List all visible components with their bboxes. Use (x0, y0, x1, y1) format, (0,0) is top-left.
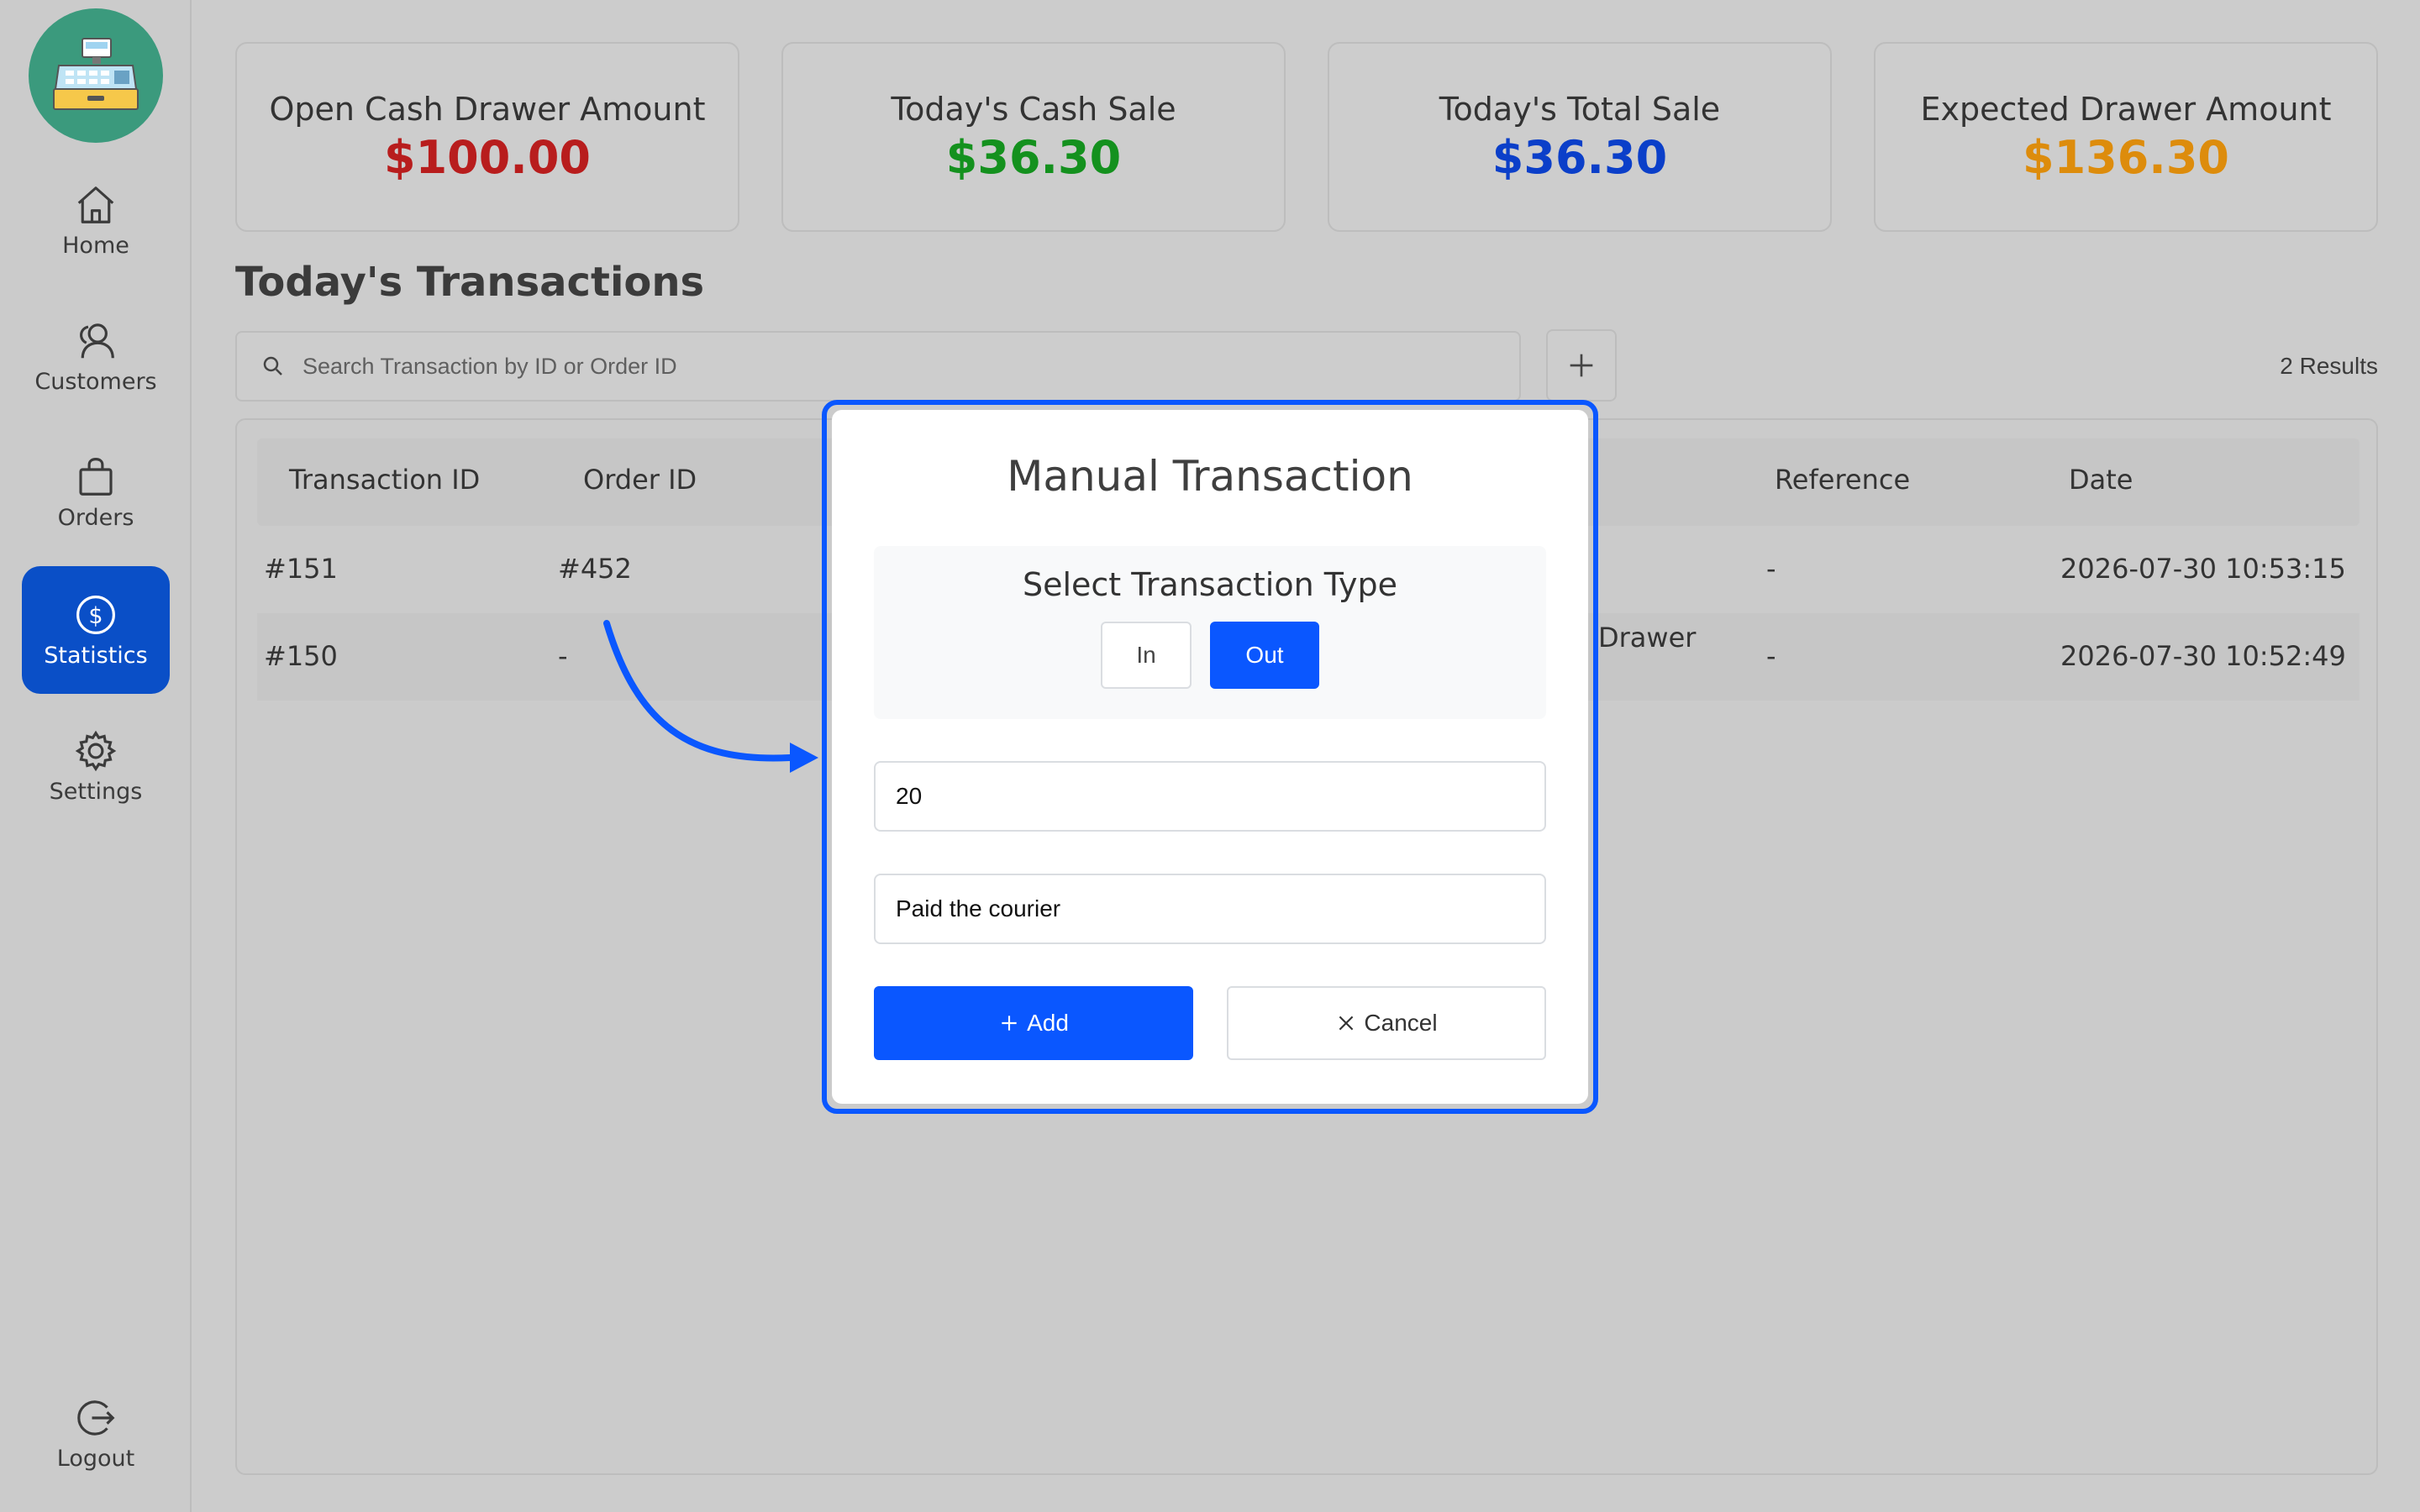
close-icon (1339, 1016, 1354, 1031)
plus-icon (1002, 1016, 1017, 1031)
cancel-button-label: Cancel (1364, 1010, 1438, 1036)
modal-title: Manual Transaction (1007, 452, 1413, 501)
cancel-button[interactable]: Cancel (1227, 986, 1546, 1060)
transaction-type-label: Select Transaction Type (1022, 566, 1398, 603)
amount-field[interactable] (874, 761, 1546, 832)
transaction-type-panel: Select Transaction Type In Out (874, 546, 1546, 719)
add-button-label: Add (1027, 1010, 1069, 1036)
type-out-button[interactable]: Out (1210, 622, 1319, 689)
add-button[interactable]: Add (874, 986, 1193, 1060)
note-field[interactable] (874, 874, 1546, 944)
manual-transaction-modal: Manual Transaction Select Transaction Ty… (832, 410, 1588, 1104)
type-in-button[interactable]: In (1101, 622, 1192, 689)
